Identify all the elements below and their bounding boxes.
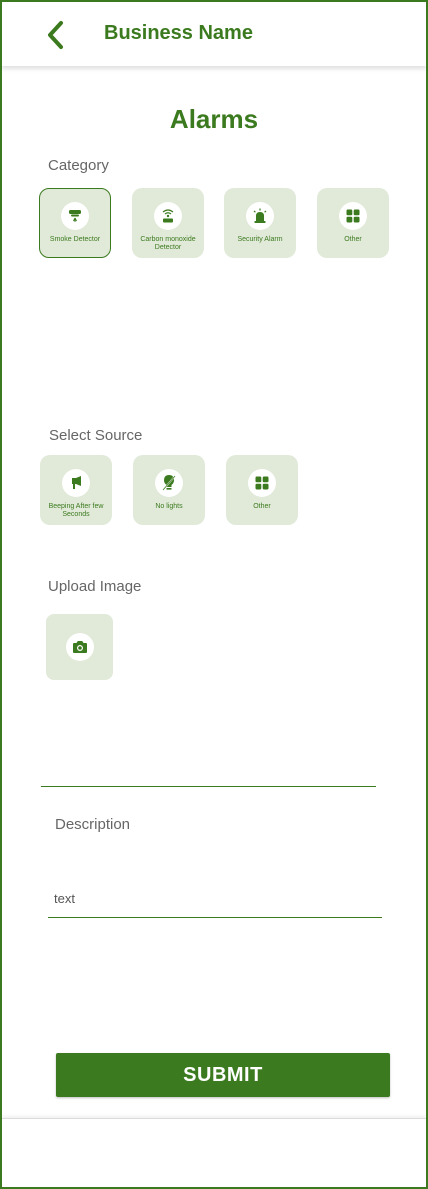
- category-smoke-detector[interactable]: Smoke Detector: [39, 188, 111, 258]
- icon-circle: [246, 202, 274, 230]
- bottom-bar: [2, 1118, 426, 1187]
- chevron-left-icon: [48, 21, 63, 49]
- upload-image-button[interactable]: [46, 614, 113, 680]
- source-no-lights[interactable]: No lights: [133, 455, 205, 525]
- co-detector-icon: [162, 209, 174, 223]
- category-carbon-monoxide-detector[interactable]: Carbon monoxide Detector: [132, 188, 204, 258]
- description-input[interactable]: [48, 880, 382, 918]
- section-divider: [41, 786, 376, 787]
- lightbulb-off-icon: [162, 475, 176, 491]
- icon-circle: [155, 469, 183, 497]
- grid-icon: [255, 476, 269, 490]
- icon-circle: [65, 633, 94, 661]
- security-alarm-icon: [253, 208, 267, 223]
- tile-label: Beeping After few Seconds: [48, 503, 104, 518]
- tile-label: No lights: [155, 503, 183, 510]
- megaphone-icon: [72, 476, 81, 489]
- page-title: Alarms: [169, 104, 259, 134]
- upload-image-label: Upload Image: [48, 578, 142, 595]
- tile-label: Carbon monoxide Detector: [140, 236, 196, 251]
- source-other[interactable]: Other: [226, 455, 298, 525]
- category-label: Category: [48, 157, 109, 174]
- smoke-detector-icon: [69, 210, 81, 222]
- icon-circle: [339, 202, 367, 230]
- app-frame: Business Name Alarms Category Smoke Dete…: [0, 0, 428, 1189]
- source-beeping-after-few-seconds[interactable]: Beeping After few Seconds: [40, 455, 112, 525]
- back-button[interactable]: [42, 19, 70, 51]
- category-security-alarm[interactable]: Security Alarm: [224, 188, 296, 258]
- icon-circle: [62, 469, 90, 497]
- grid-icon: [346, 209, 360, 223]
- tile-label: Other: [253, 503, 271, 510]
- business-name: Business Name: [104, 22, 253, 44]
- icon-circle: [248, 469, 276, 497]
- tile-label: Smoke Detector: [49, 236, 101, 243]
- category-other[interactable]: Other: [317, 188, 389, 258]
- submit-button[interactable]: SUBMIT: [56, 1053, 390, 1097]
- description-label: Description: [55, 816, 131, 833]
- tile-label: Security Alarm: [237, 236, 283, 243]
- select-source-label: Select Source: [49, 427, 143, 444]
- tile-label: Other: [344, 236, 362, 243]
- icon-circle: [154, 202, 182, 230]
- icon-circle: [61, 202, 89, 230]
- camera-icon: [72, 641, 87, 653]
- top-app-bar: Business Name: [2, 2, 426, 66]
